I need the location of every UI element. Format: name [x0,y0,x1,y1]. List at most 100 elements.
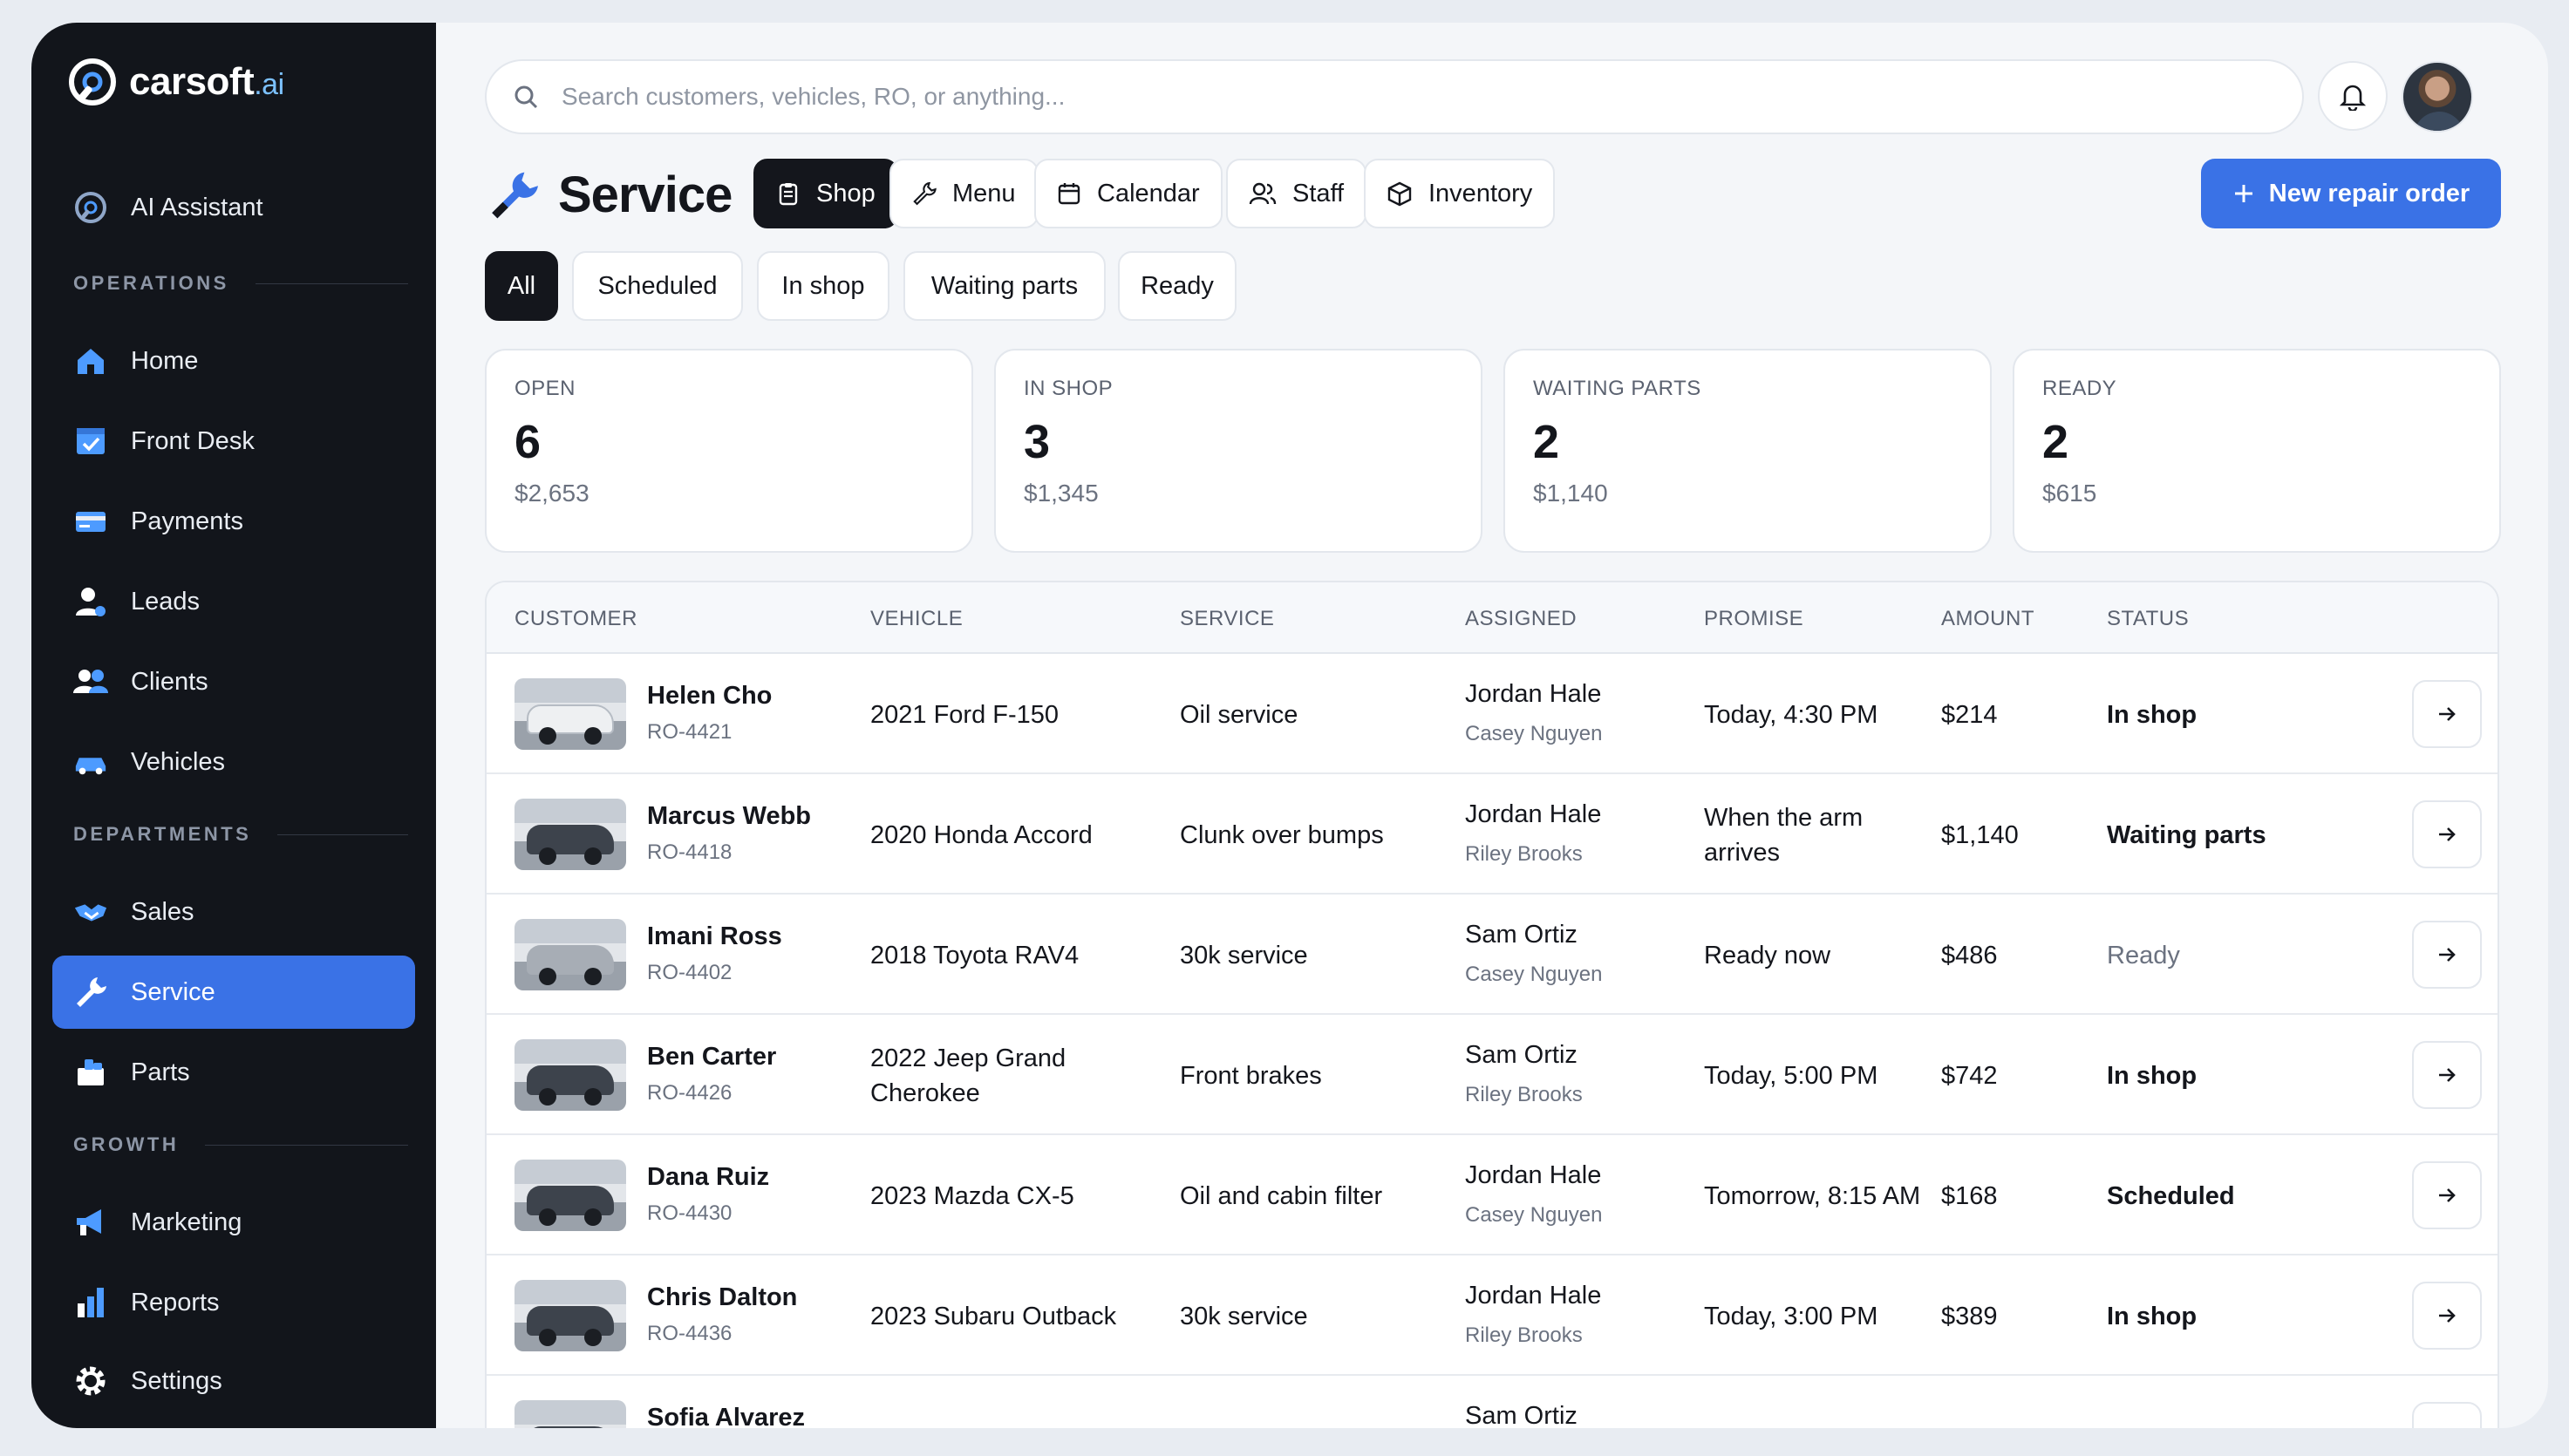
sidebar-item-home[interactable]: Home [52,324,415,398]
tab-calendar[interactable]: Calendar [1034,159,1223,228]
customer-name: Sofia Alvarez [647,1404,806,1428]
repair-orders-table: CUSTOMER VEHICLE SERVICE ASSIGNED PROMIS… [485,581,2499,1428]
table-row[interactable]: Ben Carter RO-4426 2022 Jeep Grand Cheroke… [487,1015,2497,1135]
tab-shop[interactable]: Shop [753,159,898,228]
sidebar-item-label: AI Assistant [131,193,263,221]
promise-time: Tomorrow, 8:15 AM [1704,1182,1921,1210]
notifications-button[interactable] [2318,61,2388,131]
box-icon [1387,181,1412,207]
search-input[interactable] [562,83,2218,111]
column-header-assigned[interactable]: ASSIGNED [1465,607,1577,631]
vehicle-thumbnail [514,1280,626,1351]
filter-waiting-parts[interactable]: Waiting parts [903,251,1106,321]
open-order-button[interactable] [2412,680,2482,748]
stat-card-waiting-parts[interactable]: WAITING PARTS 2 $1,140 [1503,349,1992,553]
sidebar-item-ai-assistant[interactable]: AI Assistant [52,171,415,244]
filter-ready[interactable]: Ready [1118,251,1237,321]
customer-name: Imani Ross [647,922,782,950]
column-header-amount[interactable]: AMOUNT [1941,607,2034,631]
table-row[interactable]: Marcus Webb RO-4418 2020 Honda Accord Clunk… [487,774,2497,895]
amount-cell: $1,140 [1941,821,2019,849]
search-bar[interactable] [485,59,2304,134]
tab-staff[interactable]: Staff [1226,159,1367,228]
vehicle-cell: 2021 Ford F-150 [870,701,1060,729]
app-window: carsoft.ai AI Assistant OPERATIONS Home … [31,23,2548,1428]
stat-amount: $615 [2042,480,2097,507]
filter-all[interactable]: All [485,251,558,321]
repair-order-number: RO-4402 [647,961,733,984]
arrow-right-icon [2439,1188,2456,1202]
tab-inventory[interactable]: Inventory [1364,159,1556,228]
plus-icon [2234,185,2252,202]
open-order-button[interactable] [2412,1282,2482,1350]
open-order-button[interactable] [2412,1161,2482,1229]
sidebar-item-leads[interactable]: Leads [52,565,415,638]
table-row[interactable]: Imani Ross RO-4402 2018 Toyota RAV4 30k ser… [487,895,2497,1015]
repair-order-number: RO-4436 [647,1322,733,1345]
amount-cell: $214 [1941,701,1998,729]
sidebar-item-service[interactable]: Service [52,956,415,1029]
table-row[interactable]: Sofia Alvarez Sam Ortiz [487,1376,2497,1428]
table-row[interactable]: Dana Ruiz RO-4430 2023 Mazda CX-5 Oil and c… [487,1135,2497,1255]
table-row[interactable]: Helen Cho RO-4421 2021 Ford F-150 Oil servi… [487,654,2497,774]
sidebar-item-front-desk[interactable]: Front Desk [52,405,415,478]
stat-card-ready[interactable]: READY 2 $615 [2013,349,2501,553]
sidebar-item-label: Service [131,977,215,1006]
advisor-name: Riley Brooks [1465,1323,1583,1347]
brand-name: carsoft.ai [129,60,284,103]
avatar[interactable] [2402,61,2473,133]
stat-count: 2 [1533,416,1560,468]
sidebar-item-sales[interactable]: Sales [52,875,415,949]
table-body: Helen Cho RO-4421 2021 Ford F-150 Oil servi… [487,654,2497,1428]
sidebar-item-label: Sales [131,897,194,926]
open-order-button[interactable] [2412,800,2482,868]
lead-user-icon [73,584,108,619]
stat-card-in-shop[interactable]: IN SHOP 3 $1,345 [994,349,1482,553]
open-order-button[interactable] [2412,1041,2482,1109]
customer-name: Helen Cho [647,682,773,710]
filter-scheduled[interactable]: Scheduled [572,251,743,321]
clients-icon [73,664,108,699]
column-header-status[interactable]: STATUS [2107,607,2189,631]
sidebar-item-label: Home [131,346,199,375]
gear-icon [73,1364,108,1398]
vehicle-thumbnail [514,1039,626,1111]
column-header-customer[interactable]: CUSTOMER [514,607,637,631]
sidebar-item-label: Settings [131,1366,222,1395]
stat-label: WAITING PARTS [1533,377,1701,400]
stat-label: OPEN [514,377,576,400]
calendar-icon [1058,183,1080,205]
page-header: Service [487,166,733,224]
stat-card-open[interactable]: OPEN 6 $2,653 [485,349,973,553]
vehicle-thumbnail [514,799,626,870]
new-repair-order-button[interactable]: New repair order [2201,159,2501,228]
column-header-vehicle[interactable]: VEHICLE [870,607,963,631]
sidebar-item-reports[interactable]: Reports [52,1266,415,1339]
open-order-button[interactable] [2412,921,2482,989]
sidebar-item-parts[interactable]: Parts [52,1036,415,1109]
sidebar-item-settings[interactable]: Settings [52,1344,415,1418]
column-header-promise[interactable]: PROMISE [1704,607,1803,631]
sidebar-item-marketing[interactable]: Marketing [52,1186,415,1259]
sidebar-item-clients[interactable]: Clients [52,645,415,718]
column-header-service[interactable]: SERVICE [1180,607,1274,631]
filter-in-shop[interactable]: In shop [757,251,889,321]
table-row[interactable]: Chris Dalton RO-4436 2023 Subaru Outback 30… [487,1255,2497,1376]
main-content: Service Shop Menu Calendar Staff Invento… [436,23,2548,1428]
vehicle-thumbnail [514,678,626,750]
brand-logo[interactable]: carsoft.ai [66,56,284,108]
vehicle-cell: 2020 Honda Accord [870,821,1093,849]
open-order-button[interactable] [2412,1402,2482,1428]
advisor-name: Casey Nguyen [1465,1203,1603,1227]
service-cell: Front brakes [1180,1062,1322,1090]
sidebar-item-vehicles[interactable]: Vehicles [52,725,415,799]
service-cell: 30k service [1180,942,1308,970]
arrow-right-icon [2439,707,2456,721]
customer-name: Chris Dalton [647,1283,798,1311]
sidebar-item-payments[interactable]: Payments [52,485,415,558]
advisor-name: Casey Nguyen [1465,722,1603,745]
vehicle-cell: 2018 Toyota RAV4 [870,942,1080,970]
tab-menu[interactable]: Menu [889,159,1039,228]
arrow-right-icon [2439,827,2456,841]
stat-count: 2 [2042,416,2069,468]
